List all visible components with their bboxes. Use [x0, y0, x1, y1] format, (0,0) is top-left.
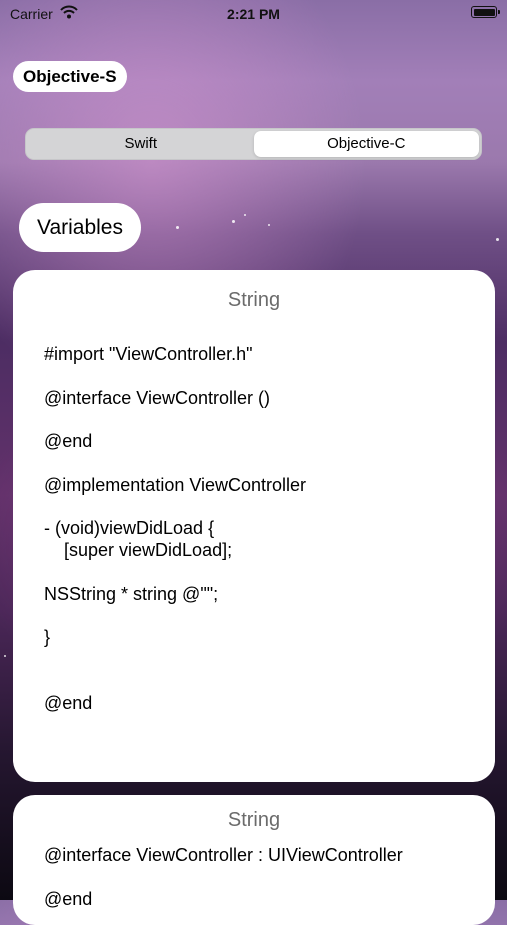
background-star [268, 224, 270, 226]
code-card: String @interface ViewController : UIVie… [13, 795, 495, 925]
background-star [4, 655, 6, 657]
background-star [244, 214, 246, 216]
segment-objective-c[interactable]: Objective-C [253, 131, 479, 157]
card-title: String [227, 289, 281, 311]
section-title-variables: Variables [19, 203, 141, 252]
background-star [176, 226, 179, 229]
background-star [496, 238, 499, 241]
battery-icon [471, 6, 500, 18]
segment-swift[interactable]: Swift [28, 131, 254, 157]
card-title: String [227, 809, 281, 831]
code-card: String #import "ViewController.h" @inter… [13, 270, 495, 782]
app-title: Objective-S [13, 61, 127, 92]
background-star [232, 220, 235, 223]
code-snippet: #import "ViewController.h" @interface Vi… [44, 344, 307, 713]
status-bar: Carrier 2:21 PM [0, 0, 507, 30]
language-segmented-control[interactable]: Swift Objective-C [25, 128, 482, 160]
code-snippet: @interface ViewController : UIViewContro… [44, 845, 403, 909]
clock: 2:21 PM [227, 6, 280, 22]
